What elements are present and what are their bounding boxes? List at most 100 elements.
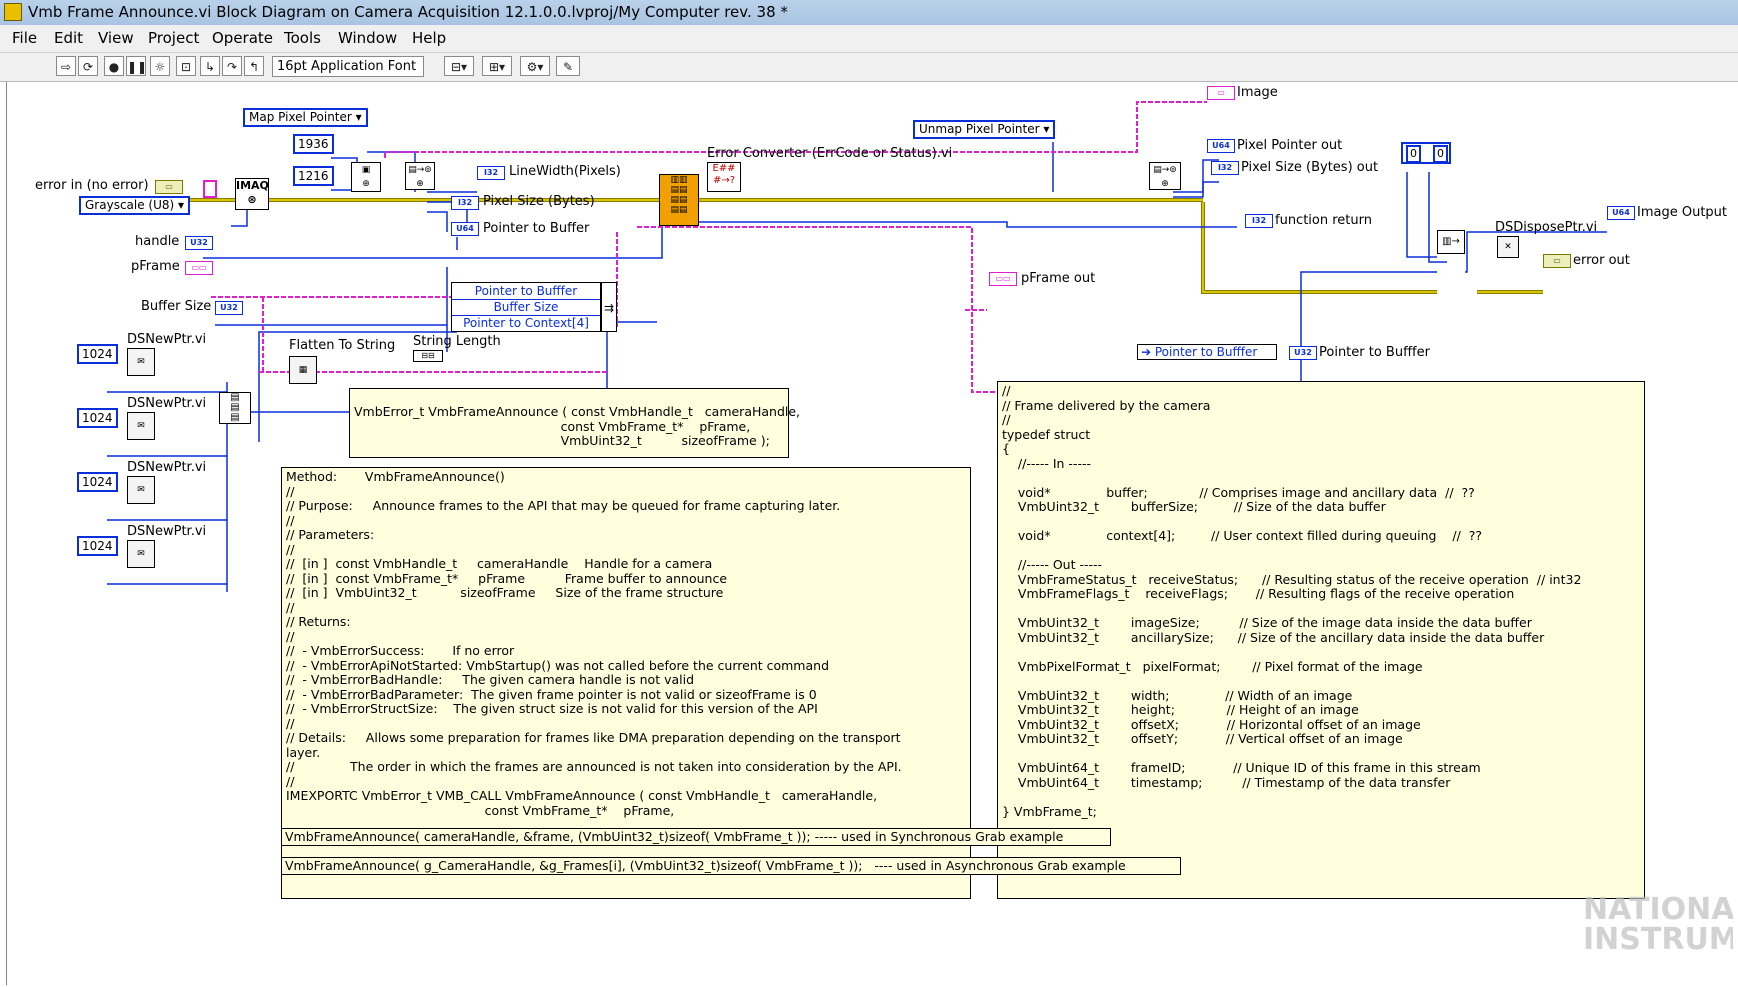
abort-icon[interactable]: ● [104, 56, 124, 76]
handle-label: handle [135, 234, 180, 249]
error-converter-label: Error Converter (ErrCode or Status).vi [707, 146, 953, 161]
error-in-label: error in (no error) [35, 178, 149, 193]
grayscale-constant[interactable]: Grayscale (U8) ▾ [79, 196, 191, 215]
menu-project[interactable]: Project [148, 29, 199, 47]
imaq-label: IMAQ [236, 179, 269, 192]
font-selector[interactable]: 16pt Application Font ▾ [272, 56, 424, 94]
menu-window[interactable]: Window [338, 29, 397, 47]
bundle-by-name[interactable]: Pointer to Bufffer Buffer Size Pointer t… [451, 282, 601, 332]
image-indicator: ▭ [1207, 86, 1235, 100]
call-library-function-node[interactable]: ▥▥ ▤▤ ▤▤ ▤▤ [659, 174, 699, 226]
menu-edit[interactable]: Edit [54, 29, 83, 47]
dsnewptr-node-a[interactable]: ✉ [127, 348, 155, 376]
dsnewptr-node-d[interactable]: ✉ [127, 540, 155, 568]
dsnewptr-node-c[interactable]: ✉ [127, 476, 155, 504]
error-out-indicator: ▭ [1543, 254, 1571, 268]
dsdisposeptr-node[interactable]: ✕ [1497, 236, 1519, 258]
buffer-size-terminal[interactable]: U32 [215, 301, 243, 315]
linewidth-indicator: I32 [477, 166, 505, 180]
pixel-pointer-out-indicator: U64 [1207, 139, 1235, 153]
toolbar: ⇨ ⟳ ● ❚❚ ☼ ⊡ ↳ ↷ ↰ 16pt Application Font… [0, 53, 1738, 94]
map-pixel-pointer-value: Map Pixel Pointer [249, 110, 352, 124]
cleanup-diagram-icon[interactable]: ✎ [556, 56, 580, 76]
width-constant[interactable]: 1936 [293, 134, 334, 154]
bundle-row-context: Pointer to Context[4] [463, 316, 589, 330]
menu-view[interactable]: View [98, 29, 134, 47]
flatten-to-string-label: Flatten To String [289, 338, 396, 353]
linewidth-label: LineWidth(Pixels) [509, 164, 621, 179]
string-length-label: String Length [413, 334, 501, 349]
array-constant[interactable]: 0 0 [1401, 142, 1451, 164]
menu-help[interactable]: Help [412, 29, 446, 47]
imaq-create-node[interactable]: IMAQ ⊛ [235, 178, 269, 210]
imaq-set-size-node[interactable]: ▣ ⊕ [351, 162, 381, 192]
pause-icon[interactable]: ❚❚ [126, 56, 147, 76]
build-array-node[interactable]: ▤ ▤ ▤ [219, 392, 251, 424]
array-index[interactable]: 0 [1406, 145, 1421, 163]
retain-wire-values-icon[interactable]: ⊡ [176, 56, 196, 76]
run-continuously-icon[interactable]: ⟳ [78, 56, 98, 76]
ni-watermark: NATIONAL INSTRUMENTS [1583, 892, 1733, 957]
dsnewptr-label-a: DSNewPtr.vi [127, 332, 207, 347]
error-out-label: error out [1573, 253, 1630, 268]
menu-bar: File Edit View Project Operate Tools Win… [0, 25, 1738, 53]
function-return-label: function return [1275, 213, 1372, 228]
bundle-output-node[interactable]: ⇉ [601, 282, 617, 332]
handle-terminal[interactable]: U32 [185, 236, 213, 250]
pixel-size-label: Pixel Size (Bytes) [483, 194, 595, 209]
dsdisposeptr-label: DSDisposePtr.vi [1495, 220, 1598, 235]
block-diagram: error in (no error) ▭ Grayscale (U8) ▾ I… [6, 82, 1733, 985]
image-output-label: Image Output [1637, 205, 1728, 220]
grayscale-value: Grayscale (U8) [85, 198, 175, 212]
step-over-icon[interactable]: ↷ [222, 56, 242, 76]
pointer-to-buffer-label: Pointer to Buffer [483, 221, 590, 236]
unmap-pixel-pointer-enum[interactable]: Unmap Pixel Pointer ▾ [913, 120, 1056, 139]
imaq-map-pointer-node[interactable]: ▤→⊚ ⊕ [405, 162, 435, 190]
labview-icon [4, 3, 22, 21]
step-out-icon[interactable]: ↰ [244, 56, 264, 76]
flatten-to-string-node[interactable]: ▦ [289, 356, 317, 384]
font-selector-value: 16pt Application Font [277, 59, 417, 74]
pointer-to-bufffer-indicator: U32 [1289, 346, 1317, 360]
dsnewptr-label-d: DSNewPtr.vi [127, 524, 207, 539]
unmap-pixel-pointer-value: Unmap Pixel Pointer [919, 122, 1040, 136]
image-output-indicator: U64 [1607, 206, 1635, 220]
menu-operate[interactable]: Operate [212, 29, 273, 47]
error-in-terminal[interactable]: ▭ [155, 180, 183, 194]
run-icon[interactable]: ⇨ [56, 56, 76, 76]
image-label: Image [1237, 85, 1278, 100]
menu-tools[interactable]: Tools [284, 29, 321, 47]
const-1024-a[interactable]: 1024 [77, 344, 118, 364]
reorder-icon[interactable]: ⚙▾ [520, 56, 550, 76]
pframe-terminal[interactable]: ▭▭ [185, 261, 213, 275]
function-return-indicator: I32 [1245, 214, 1273, 228]
index-array-node[interactable]: ▥→ [1437, 230, 1465, 254]
pixel-size-out-label: Pixel Size (Bytes) out [1241, 160, 1379, 175]
string-length-node[interactable]: ⊟⊟ [413, 350, 443, 362]
height-constant[interactable]: 1216 [293, 166, 334, 186]
const-1024-c[interactable]: 1024 [77, 472, 118, 492]
pixel-pointer-out-label: Pixel Pointer out [1237, 138, 1343, 153]
imaq-unmap-pointer-node[interactable]: ▤→⊚ ⊕ [1149, 162, 1181, 190]
pframe-out-label: pFrame out [1021, 271, 1096, 286]
error-converter-node[interactable]: E## #→? [707, 162, 741, 192]
pointer-to-buffer-indicator: U64 [451, 222, 479, 236]
signature-comment: VmbError_t VmbFrameAnnounce ( const VmbH… [349, 388, 800, 458]
const-1024-b[interactable]: 1024 [77, 408, 118, 428]
distribute-objects-icon[interactable]: ⊞▾ [482, 56, 512, 76]
menu-file[interactable]: File [12, 29, 37, 47]
array-element[interactable]: 0 [1433, 145, 1448, 163]
async-example-comment: VmbFrameAnnounce( g_CameraHandle, &g_Fra… [281, 857, 1181, 875]
dsnewptr-node-b[interactable]: ✉ [127, 412, 155, 440]
unbundle-by-name[interactable]: ➔ Pointer to Bufffer [1137, 344, 1277, 360]
const-1024-d[interactable]: 1024 [77, 536, 118, 556]
step-into-icon[interactable]: ↳ [200, 56, 220, 76]
pixel-size-out-indicator: I32 [1211, 161, 1239, 175]
pframe-out-indicator: ▭▭ [989, 272, 1017, 286]
pointer-constant[interactable] [203, 180, 217, 198]
align-objects-icon[interactable]: ⊟▾ [444, 56, 474, 76]
pointer-to-bufffer-label: Pointer to Bufffer [1319, 345, 1430, 360]
dsnewptr-label-c: DSNewPtr.vi [127, 460, 207, 475]
highlight-execution-icon[interactable]: ☼ [150, 56, 170, 76]
map-pixel-pointer-enum[interactable]: Map Pixel Pointer ▾ [243, 108, 368, 127]
